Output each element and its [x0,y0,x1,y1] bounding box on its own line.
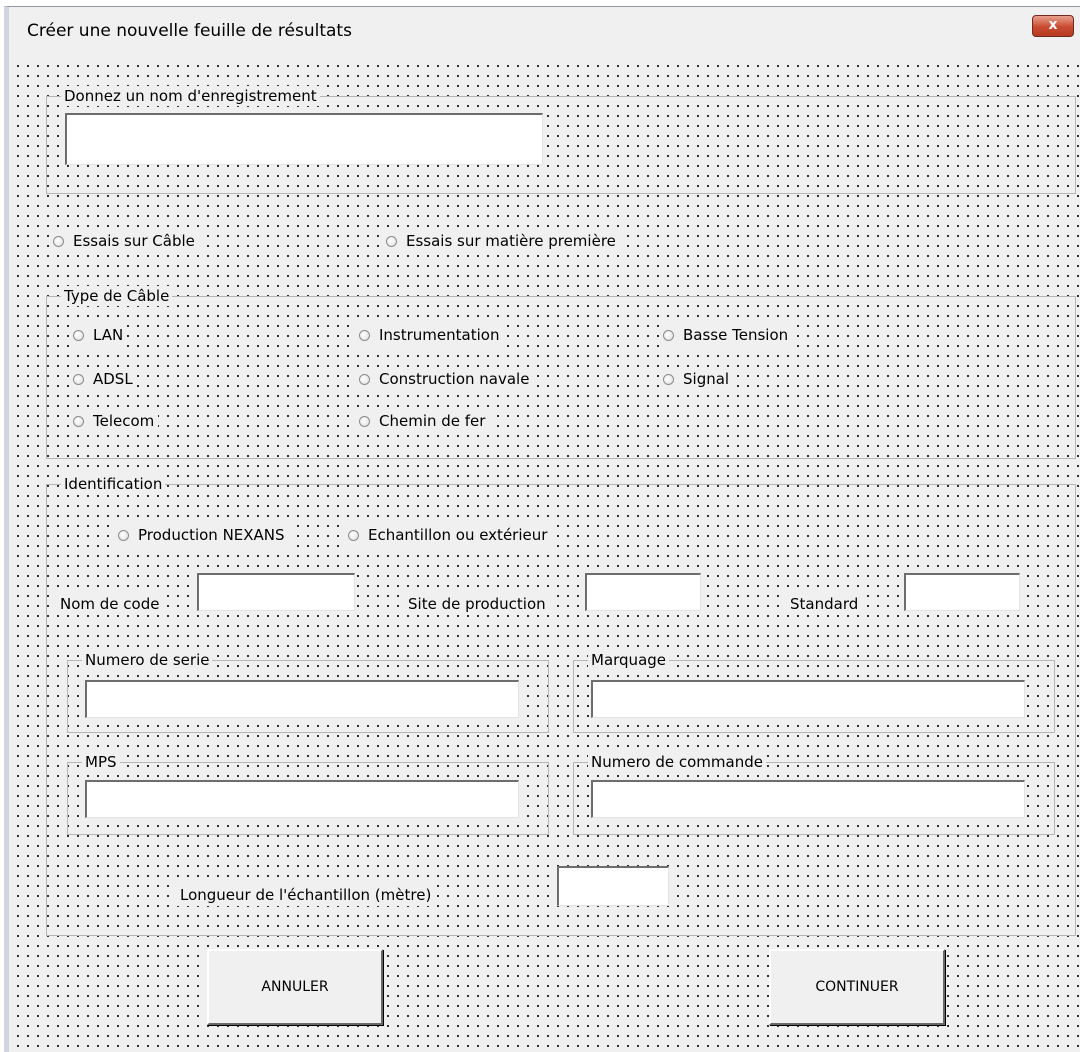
code-name-label: Nom de code [57,593,163,615]
serial-number-legend: Numero de serie [82,650,213,670]
radio-label: Echantillon ou extérieur [368,526,548,544]
cancel-button[interactable]: ANNULER [207,949,383,1025]
dialog-window: Créer une nouvelle feuille de résultats … [4,6,1080,1052]
record-name-input[interactable] [65,113,543,165]
form-body: Donnez un nom d'enregistrement Essais su… [9,57,1080,1052]
close-icon: x [1048,17,1058,33]
standard-input[interactable] [904,573,1020,611]
radio-label: Instrumentation [379,326,500,344]
order-number-legend: Numero de commande [588,752,766,772]
marking-input[interactable] [591,680,1025,718]
window-title: Créer une nouvelle feuille de résultats [27,21,352,41]
radio-circle [386,235,397,247]
radio-external-sample[interactable]: Echantillon ou extérieur [346,523,552,547]
continue-button-label: CONTINUER [815,979,899,995]
sample-length-label: Longueur de l'échantillon (mètre) [177,884,435,906]
radio-nexans-production[interactable]: Production NEXANS [116,523,289,547]
close-button[interactable]: x [1032,15,1074,37]
radio-naval-construction[interactable]: Construction navale [357,367,534,391]
radio-signal[interactable]: Signal [661,367,734,391]
identification-legend: Identification [61,474,166,494]
radio-circle [663,329,674,341]
radio-label: Construction navale [379,370,530,388]
radio-label: Basse Tension [683,326,789,344]
radio-label: Production NEXANS [138,526,285,544]
title-bar[interactable]: Créer une nouvelle feuille de résultats … [9,7,1080,57]
order-number-input[interactable] [591,780,1025,818]
radio-circle [348,529,359,541]
cancel-button-label: ANNULER [261,979,329,995]
marking-legend: Marquage [588,650,670,670]
radio-raw-material-tests[interactable]: Essais sur matière première [384,229,620,253]
radio-low-voltage[interactable]: Basse Tension [661,323,793,347]
radio-telecom[interactable]: Telecom [71,409,159,433]
radio-circle [663,373,674,385]
radio-railway[interactable]: Chemin de fer [357,409,490,433]
production-site-label: Site de production [405,593,549,615]
production-site-input[interactable] [585,573,701,611]
radio-adsl[interactable]: ADSL [71,367,137,391]
radio-label: Chemin de fer [379,412,486,430]
radio-label: LAN [93,326,124,344]
standard-label: Standard [787,593,862,615]
radio-label: Essais sur matière première [406,232,616,250]
radio-cable-tests[interactable]: Essais sur Câble [51,229,199,253]
radio-label: Telecom [93,412,155,430]
cable-type-frame: Type de Câble [46,286,1076,459]
sample-length-input[interactable] [557,866,669,906]
mps-legend: MPS [82,752,120,772]
radio-label: Essais sur Câble [73,232,195,250]
code-name-input[interactable] [197,573,355,611]
radio-circle [359,415,370,427]
radio-circle [73,373,84,385]
radio-label: Signal [683,370,730,388]
name-group-legend: Donnez un nom d'enregistrement [61,86,320,106]
radio-lan[interactable]: LAN [71,323,128,347]
cable-type-legend: Type de Câble [61,286,173,306]
radio-circle [359,373,370,385]
serial-number-input[interactable] [85,680,519,718]
radio-circle [53,235,64,247]
radio-instrumentation[interactable]: Instrumentation [357,323,504,347]
radio-circle [73,415,84,427]
radio-circle [118,529,129,541]
radio-label: ADSL [93,370,133,388]
radio-circle [359,329,370,341]
continue-button[interactable]: CONTINUER [769,949,945,1025]
radio-circle [73,329,84,341]
mps-input[interactable] [85,780,519,818]
